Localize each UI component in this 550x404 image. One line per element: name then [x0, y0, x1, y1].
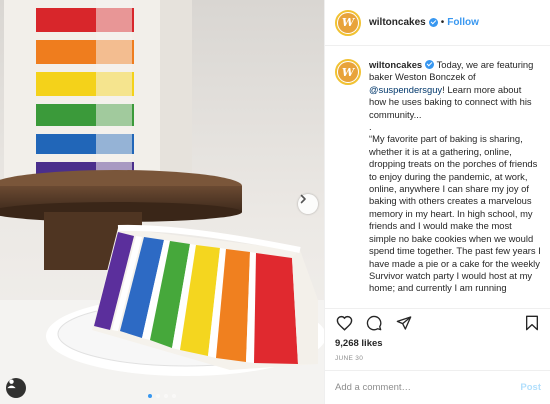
follow-button[interactable]: Follow: [447, 17, 479, 28]
avatar[interactable]: W: [335, 9, 361, 36]
share-button[interactable]: [395, 314, 413, 332]
wilton-logo: W: [338, 12, 358, 33]
mention-link[interactable]: @suspendersguy: [369, 84, 442, 95]
like-button[interactable]: [335, 314, 353, 332]
carousel-dot: [172, 394, 176, 398]
rainbow-cake-photo: [0, 0, 324, 404]
post-header: W wiltoncakes • Follow: [325, 0, 550, 46]
separator: •: [440, 17, 445, 28]
comment-input[interactable]: [335, 382, 521, 393]
bookmark-icon: [526, 315, 538, 330]
caption-quote: “My favorite part of baking is sharing, …: [369, 133, 541, 294]
chevron-right-icon: [300, 194, 306, 204]
wilton-logo: W: [338, 62, 358, 82]
post-sidebar: W wiltoncakes • Follow W wiltoncakes Tod…: [324, 0, 550, 404]
carousel-dot: [164, 394, 168, 398]
comment-bar: Post: [325, 370, 550, 404]
carousel-indicator: [148, 394, 176, 398]
carousel-dot: [156, 394, 160, 398]
post-image[interactable]: [0, 0, 324, 404]
comment-button[interactable]: [365, 314, 383, 332]
caption-username[interactable]: wiltoncakes: [369, 59, 422, 70]
caption: wiltoncakes Today, we are featuring bake…: [369, 59, 541, 305]
share-icon: [396, 315, 412, 330]
heart-icon: [336, 315, 352, 331]
action-bar: [325, 308, 550, 336]
verified-icon: [425, 60, 435, 69]
caption-area[interactable]: W wiltoncakes Today, we are featuring ba…: [325, 47, 550, 305]
verified-icon: [428, 18, 438, 27]
post-date[interactable]: JUNE 30: [335, 355, 363, 362]
carousel-dot: [148, 394, 152, 398]
caption-dot: .: [369, 121, 372, 133]
post-comment-button[interactable]: Post: [520, 382, 541, 393]
tagged-users-button[interactable]: [6, 378, 26, 398]
avatar[interactable]: W: [335, 59, 361, 85]
save-button[interactable]: [523, 314, 541, 332]
username-link[interactable]: wiltoncakes: [369, 17, 426, 28]
carousel-next-button[interactable]: [298, 194, 318, 214]
likes-count[interactable]: 9,268 likes: [335, 338, 383, 349]
comment-icon: [366, 315, 382, 330]
user-tag-icon: [7, 379, 16, 389]
